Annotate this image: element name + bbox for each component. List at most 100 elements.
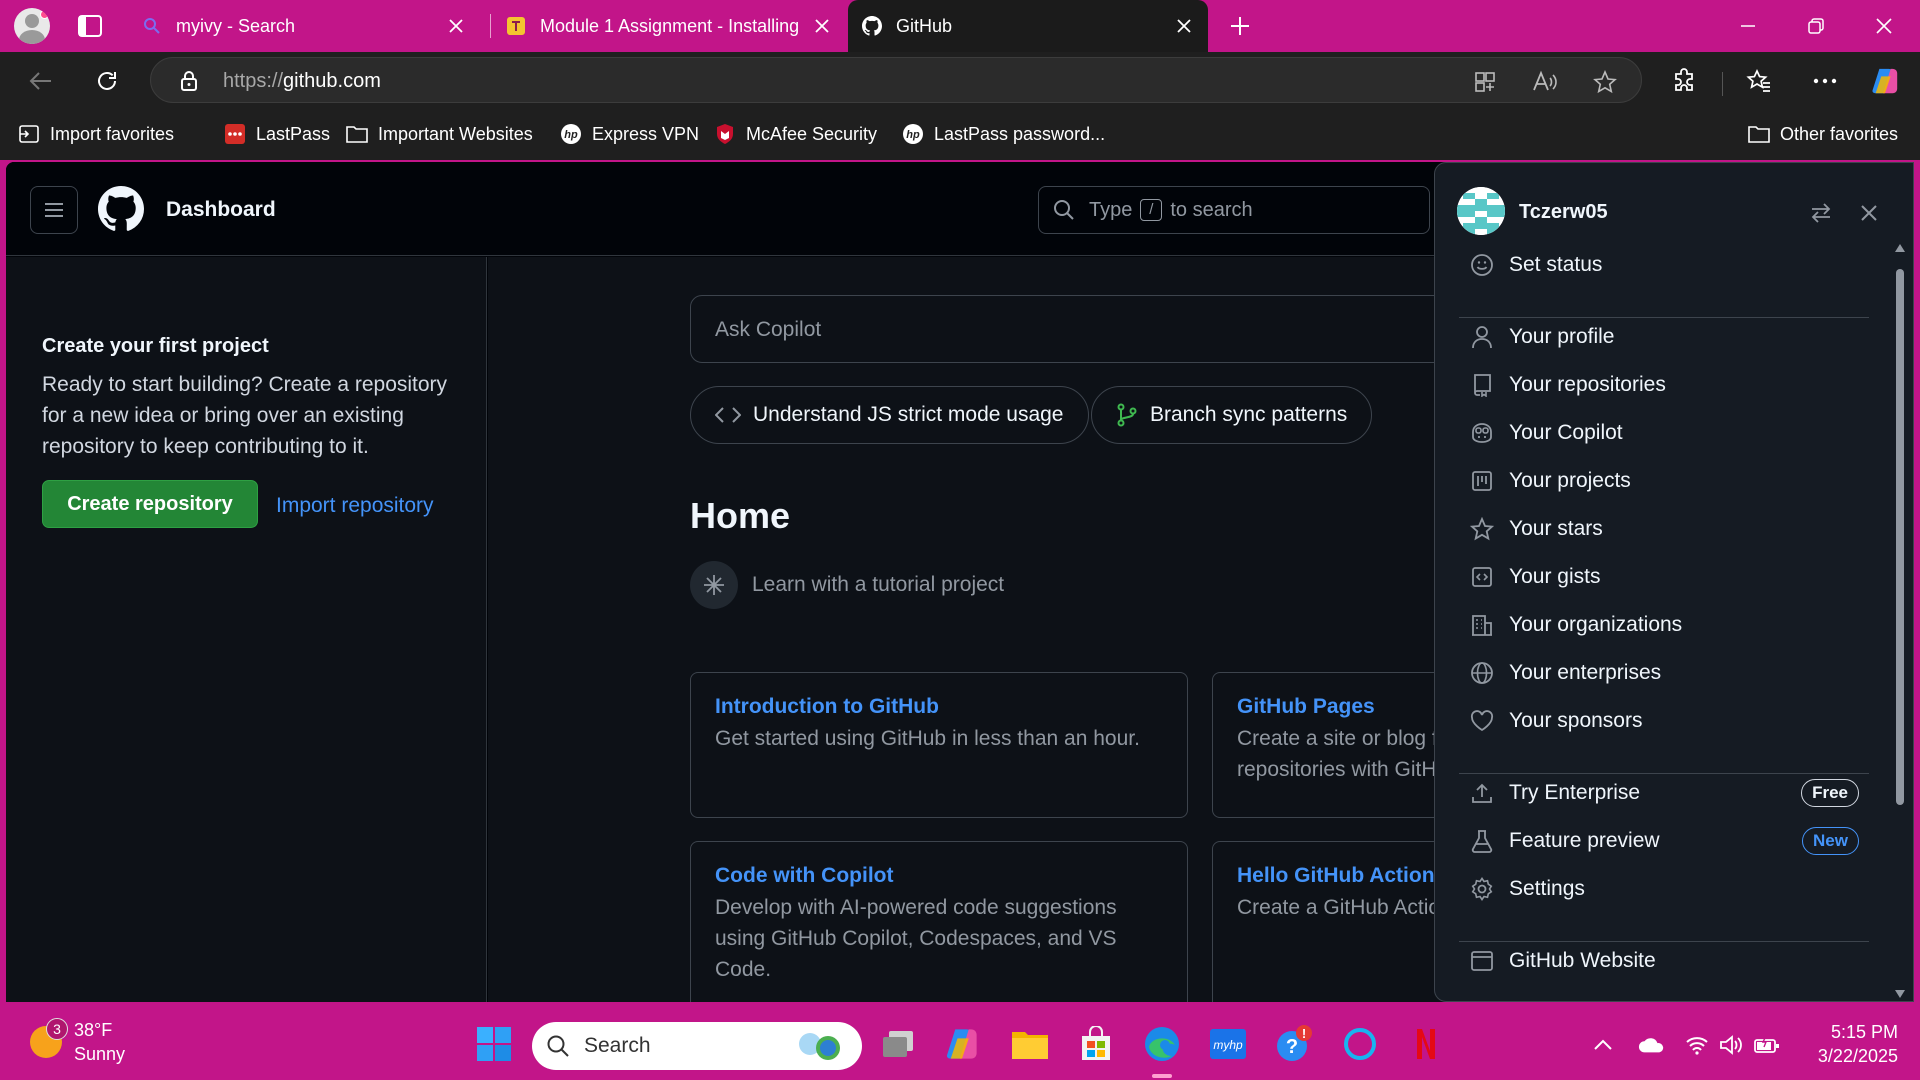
card-title[interactable]: Introduction to GitHub [715,695,1163,719]
extensions-icon[interactable] [1670,66,1700,96]
start-icon[interactable] [472,1022,516,1066]
minimize-button[interactable] [1728,10,1768,42]
close-icon[interactable] [1174,16,1194,36]
menu-label: Your repositories [1509,373,1666,396]
more-options-icon[interactable] [1810,66,1840,96]
cortana-icon[interactable] [1338,1022,1382,1066]
star-icon[interactable] [1591,68,1619,96]
git-branch-icon [1116,403,1138,427]
copilot-suggestion-chip[interactable]: Branch sync patterns [1091,386,1373,444]
address-bar[interactable]: https://github.com [150,57,1642,103]
card-title[interactable]: Code with Copilot [715,864,1163,888]
home-heading: Home [690,495,791,536]
menu-your-projects[interactable]: Your projects [1469,463,1859,499]
menu-your-copilot[interactable]: Your Copilot [1469,415,1859,451]
restore-button[interactable] [1796,10,1836,42]
user-menu-panel: Tczerw05 Set status Your profile Your re… [1434,162,1914,1002]
search-input[interactable]: Type / to search [1038,186,1430,234]
close-window-button[interactable] [1864,10,1904,42]
tutorial-card[interactable]: Code with Copilot Develop with AI-powere… [690,841,1188,1002]
tab-module-assignment[interactable]: Module 1 Assignment - Installing [492,6,846,46]
menu-your-sponsors[interactable]: Your sponsors [1469,703,1859,739]
hp-icon: hp [560,123,582,145]
scroll-down-icon[interactable] [1895,989,1905,999]
myhp-icon[interactable]: myhp [1206,1022,1250,1066]
menu-your-stars[interactable]: Your stars [1469,511,1859,547]
close-icon[interactable] [1855,199,1883,227]
back-button[interactable] [24,64,58,98]
task-view-icon[interactable] [876,1022,920,1066]
wifi-icon[interactable] [1684,1032,1710,1058]
copilot-icon[interactable] [1870,66,1900,96]
sun-icon: 3 [30,1018,68,1058]
menu-your-profile[interactable]: Your profile [1469,319,1859,355]
other-favorites[interactable]: Other favorites [1748,121,1898,147]
system-clock[interactable]: 5:15 PM 3/22/2025 [1786,1020,1898,1068]
menu-your-organizations[interactable]: Your organizations [1469,607,1859,643]
menu-github-website[interactable]: GitHub Website [1469,943,1859,979]
refresh-button[interactable] [90,64,124,98]
menu-set-status[interactable]: Set status [1469,247,1859,283]
panel-scrollbar[interactable] [1893,243,1907,999]
menu-settings[interactable]: Settings [1469,871,1859,907]
favorite-express-vpn[interactable]: hp Express VPN [560,121,699,147]
battery-icon[interactable] [1754,1032,1780,1058]
chevron-up-icon[interactable] [1590,1032,1616,1058]
switch-account-icon[interactable] [1807,199,1835,227]
close-icon[interactable] [812,16,832,36]
weather-badge: 3 [46,1018,68,1040]
scroll-up-icon[interactable] [1895,243,1905,253]
menu-button[interactable] [30,186,78,234]
edge-icon[interactable] [1140,1022,1184,1066]
favorite-mcafee[interactable]: McAfee Security [714,121,877,147]
menu-your-gists[interactable]: Your gists [1469,559,1859,595]
scrollbar-thumb[interactable] [1896,269,1904,805]
file-explorer-icon[interactable] [1008,1022,1052,1066]
github-logo-icon[interactable] [98,186,144,232]
weather-temperature: 38°F [74,1020,113,1040]
search-icon [546,1034,570,1058]
tab-myivy-search[interactable]: myivy - Search [128,6,480,46]
taskbar-search[interactable]: Search [532,1022,862,1070]
favorites-icon[interactable] [1744,66,1774,96]
copilot-app-icon[interactable] [940,1022,984,1066]
toolbar-separator [1722,72,1723,96]
onedrive-icon[interactable] [1638,1032,1664,1058]
app-available-icon[interactable] [1471,68,1499,96]
menu-your-repositories[interactable]: Your repositories [1469,367,1859,403]
browser-profile-avatar[interactable] [14,8,50,44]
folder-icon [1748,123,1770,145]
search-icon [142,16,162,36]
volume-icon[interactable] [1718,1032,1744,1058]
favorite-import[interactable]: Import favorites [18,121,174,147]
ask-copilot-input[interactable]: Ask Copilot [690,295,1490,363]
create-repository-button[interactable]: Create repository [42,480,258,528]
menu-feature-preview[interactable]: Feature preview New [1469,823,1859,859]
avatar[interactable] [1457,187,1505,235]
import-icon [18,123,40,145]
menu-your-enterprises[interactable]: Your enterprises [1469,655,1859,691]
copilot-suggestion-chip[interactable]: Understand JS strict mode usage [690,386,1089,444]
new-tab-button[interactable] [1220,10,1260,42]
tab-actions-icon[interactable] [76,13,104,39]
search-highlight-icon [796,1028,844,1064]
tab-github[interactable]: GitHub [848,0,1208,52]
chip-label: Branch sync patterns [1150,403,1348,426]
netflix-icon[interactable] [1404,1022,1448,1066]
favorite-lastpass[interactable]: LastPass [224,121,330,147]
clock-date: 3/22/2025 [1817,1046,1898,1066]
beaker-icon [1469,828,1495,854]
favorite-important-websites[interactable]: Important Websites [346,121,533,147]
help-icon[interactable]: ?! [1272,1022,1316,1066]
menu-try-enterprise[interactable]: Try Enterprise Free [1469,775,1859,811]
close-icon[interactable] [446,16,466,36]
page-title[interactable]: Dashboard [166,198,276,222]
read-aloud-icon[interactable] [1531,68,1559,96]
microsoft-store-icon[interactable] [1074,1022,1118,1066]
search-shortcut-key: / [1140,199,1163,221]
lock-icon[interactable] [179,70,199,92]
tutorial-card[interactable]: Introduction to GitHub Get started using… [690,672,1188,818]
favorite-lastpass-password[interactable]: hp LastPass password... [902,121,1105,147]
weather-widget[interactable]: 3 38°F Sunny [30,1018,125,1066]
import-repository-link[interactable]: Import repository [276,494,434,518]
